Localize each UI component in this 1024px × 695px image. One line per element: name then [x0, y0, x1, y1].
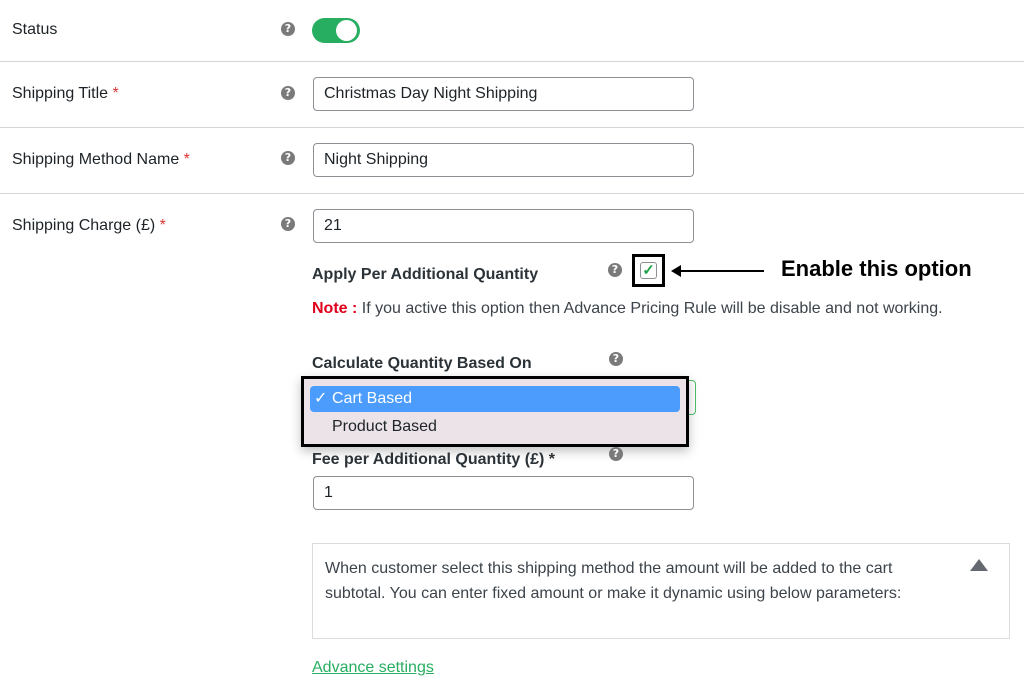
check-icon: ✓: [642, 262, 655, 279]
shipping-charge-input[interactable]: 21: [313, 209, 694, 243]
shipping-charge-label-text: Shipping Charge (£): [12, 217, 156, 234]
shipping-title-label-text: Shipping Title: [12, 85, 109, 102]
required-asterisk: *: [159, 217, 166, 234]
help-icon[interactable]: ?: [609, 447, 623, 461]
info-box-text: When customer select this shipping metho…: [325, 560, 902, 602]
status-toggle[interactable]: [312, 18, 360, 43]
row-divider: [0, 61, 1024, 62]
checkmark-icon: ✓: [314, 390, 328, 407]
apply-per-additional-quantity-checkbox[interactable]: ✓: [640, 262, 657, 279]
shipping-title-input[interactable]: Christmas Day Night Shipping: [313, 77, 694, 111]
required-asterisk: *: [183, 151, 190, 168]
note-body: If you active this option then Advance P…: [357, 300, 943, 317]
row-divider: [0, 127, 1024, 128]
dropdown-option-product-based[interactable]: Product Based: [310, 414, 680, 440]
advance-settings-link[interactable]: Advance settings: [312, 659, 434, 677]
apply-per-additional-quantity-label: Apply Per Additional Quantity: [312, 266, 539, 283]
help-icon[interactable]: ?: [281, 22, 295, 36]
highlight-box: ✓: [632, 254, 665, 287]
option-label: Cart Based: [332, 390, 413, 407]
info-box: When customer select this shipping metho…: [312, 543, 1010, 639]
help-icon[interactable]: ?: [281, 151, 295, 165]
shipping-method-name-label-text: Shipping Method Name: [12, 151, 180, 168]
fee-per-additional-quantity-input[interactable]: 1: [313, 476, 694, 510]
calculate-quantity-dropdown: ✓ Cart Based Product Based: [301, 376, 689, 447]
option-label: Product Based: [332, 418, 437, 435]
help-icon[interactable]: ?: [281, 217, 295, 231]
annotation-text: Enable this option: [781, 256, 972, 281]
help-icon[interactable]: ?: [608, 263, 622, 277]
collapse-caret-icon[interactable]: [970, 559, 988, 571]
shipping-charge-label: Shipping Charge (£) *: [12, 217, 166, 235]
annotation-arrow: [676, 270, 764, 272]
help-icon[interactable]: ?: [609, 352, 623, 366]
status-label: Status: [12, 21, 57, 39]
fee-per-additional-quantity-label: Fee per Additional Quantity (£) *: [312, 451, 555, 468]
dropdown-option-cart-based[interactable]: ✓ Cart Based: [310, 386, 680, 412]
status-label-text: Status: [12, 21, 58, 38]
required-asterisk: *: [112, 85, 119, 102]
note-text: Note : If you active this option then Ad…: [312, 300, 943, 318]
shipping-method-name-input[interactable]: Night Shipping: [313, 143, 694, 177]
shipping-title-label: Shipping Title *: [12, 85, 119, 103]
help-icon[interactable]: ?: [281, 86, 295, 100]
toggle-knob: [336, 20, 357, 41]
calculate-quantity-label: Calculate Quantity Based On: [312, 355, 532, 372]
row-divider: [0, 193, 1024, 194]
shipping-method-name-label: Shipping Method Name *: [12, 151, 190, 169]
note-key: Note :: [312, 300, 358, 317]
